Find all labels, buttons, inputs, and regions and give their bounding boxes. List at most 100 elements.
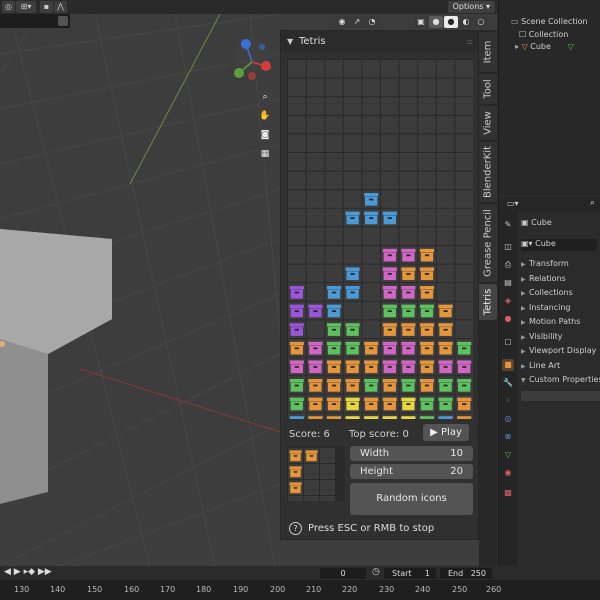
texture-tab-icon[interactable]: ▩ xyxy=(502,487,514,499)
collapse-arrow-icon[interactable]: ▼ xyxy=(287,37,293,46)
material-shading-icon[interactable]: ◐ xyxy=(459,16,473,28)
board-cell xyxy=(288,97,306,115)
end-frame-field[interactable]: End 250 xyxy=(440,568,492,579)
panel-relations-label: Relations xyxy=(529,274,566,283)
outliner-collection[interactable]: ☐ Collection xyxy=(519,29,568,41)
board-block-icon xyxy=(345,341,360,355)
search-icon[interactable]: ⌕ xyxy=(590,198,595,208)
board-block-icon xyxy=(382,323,397,336)
custom-properties-field[interactable] xyxy=(521,391,600,401)
output-tab-icon[interactable]: ⎙ xyxy=(502,259,514,271)
view-layer-tab-icon[interactable]: ▤ xyxy=(502,277,514,289)
pan-hand-icon[interactable]: ✋ xyxy=(258,109,272,123)
board-cell xyxy=(306,227,325,245)
collection-tab-icon[interactable]: ☐ xyxy=(502,337,514,349)
tab-grease-pencil[interactable]: Grease Pencil xyxy=(479,204,497,282)
board-block-icon xyxy=(438,341,453,355)
zoom-icon[interactable]: ⌕ xyxy=(258,90,272,104)
panel-collections[interactable]: ▶ Collections xyxy=(521,288,573,297)
timeline-ruler[interactable]: 130 140 150 160 170 180 190 200 210 220 … xyxy=(0,580,600,600)
dropdown-chevron-icon[interactable] xyxy=(58,16,68,26)
scene-tab-icon[interactable]: ◈ xyxy=(502,295,514,307)
camera-icon[interactable]: ◙ xyxy=(258,128,272,142)
start-frame-field[interactable]: Start 1 xyxy=(384,568,436,579)
select-mode-icon[interactable]: ⊞▾ xyxy=(16,1,36,13)
board-block-icon xyxy=(326,360,342,374)
clock-icon[interactable]: ◷ xyxy=(372,567,380,577)
particles-tab-icon[interactable]: ⁘ xyxy=(502,395,514,407)
visibility-icon[interactable]: ◉ xyxy=(335,16,349,28)
tab-item[interactable]: Item xyxy=(479,32,497,72)
board-cell xyxy=(288,246,306,264)
board-block-icon xyxy=(457,397,472,411)
random-icons-button[interactable]: Random icons xyxy=(350,483,473,515)
data-tab-icon[interactable]: ▽ xyxy=(502,449,514,461)
panel-viewport-display[interactable]: ▶ Viewport Display xyxy=(521,346,596,355)
tool-tab-icon[interactable]: ✎ xyxy=(502,219,514,231)
xray-icon[interactable]: ▣ xyxy=(414,16,428,28)
options-dropdown[interactable]: Options ▾ xyxy=(447,1,495,13)
tab-tetris[interactable]: Tetris xyxy=(479,284,497,320)
modifier-tab-icon[interactable]: 🔧 xyxy=(502,377,514,389)
object-name-field[interactable]: ▣▾ Cube xyxy=(521,239,597,251)
board-cell xyxy=(325,78,343,97)
board-block-icon xyxy=(289,304,304,318)
play-button[interactable]: ▶ Play xyxy=(423,424,469,441)
board-block-icon xyxy=(364,193,379,206)
outliner-cube[interactable]: ▸ ▽ Cube ▽ xyxy=(515,41,574,53)
world-tab-icon[interactable]: ● xyxy=(502,313,514,325)
solid-shading-icon[interactable]: ● xyxy=(444,16,458,28)
panel-custom-properties[interactable]: ▼ Custom Properties xyxy=(521,375,600,384)
constraints-tab-icon[interactable]: ⊗ xyxy=(502,431,514,443)
tetris-panel-header[interactable]: ▼ Tetris :::: xyxy=(281,31,478,53)
object-dropdown-icon: ▣▾ xyxy=(521,239,533,248)
height-field[interactable]: Height 20 xyxy=(350,464,473,479)
render-tab-icon[interactable]: ◫ xyxy=(502,241,514,253)
panel-transform[interactable]: ▶ Transform xyxy=(521,259,569,268)
properties-editor-icon[interactable]: ▭▾ xyxy=(507,199,519,208)
curve-icon[interactable]: ⋀ xyxy=(54,1,67,13)
chevron-right-icon: ▶ xyxy=(521,363,526,370)
board-cell xyxy=(436,246,455,264)
drag-grip-icon[interactable]: :::: xyxy=(467,38,474,46)
play-label: Play xyxy=(441,427,462,438)
overlay-toggle-icon[interactable]: ◔ xyxy=(365,16,379,28)
width-field[interactable]: Width 10 xyxy=(350,446,473,461)
board-block-icon xyxy=(382,211,397,225)
board-cell xyxy=(343,78,362,97)
board-cell xyxy=(288,208,306,227)
vertex-mode-icon[interactable]: ▪ xyxy=(40,1,53,13)
board-cell xyxy=(455,208,473,227)
cube-label: Cube xyxy=(530,42,551,51)
board-cell xyxy=(306,97,325,115)
tab-tool[interactable]: Tool xyxy=(479,74,497,104)
current-frame-field[interactable]: 0 xyxy=(320,568,366,579)
rendered-shading-icon[interactable]: ○ xyxy=(474,16,488,28)
object-tab-icon[interactable]: ■ xyxy=(502,359,514,371)
perspective-grid-icon[interactable]: ▦ xyxy=(258,147,272,161)
board-cell xyxy=(362,264,380,283)
wireframe-shading-icon[interactable]: ● xyxy=(429,16,443,28)
panel-motion-paths[interactable]: ▶ Motion Paths xyxy=(521,317,580,326)
board-cell xyxy=(362,301,380,320)
board-block-icon xyxy=(401,267,416,281)
board-block-icon xyxy=(345,211,360,225)
board-cell xyxy=(343,227,362,245)
material-tab-icon[interactable]: ◉ xyxy=(502,467,514,479)
outliner-scene-collection[interactable]: ▭ Scene Collection xyxy=(511,16,588,28)
board-cell xyxy=(343,171,362,190)
timeline: ◀ ▶ ▸◆ ▶▶ 0 ◷ Start 1 End 250 130 140 150 … xyxy=(0,566,600,600)
panel-visibility[interactable]: ▶ Visibility xyxy=(521,332,563,341)
gizmo-toggle-icon[interactable]: ↗ xyxy=(350,16,364,28)
panel-instancing[interactable]: ▶ Instancing xyxy=(521,303,570,312)
board-block-icon xyxy=(364,379,379,392)
board-block-icon xyxy=(401,397,416,411)
editor-type-icon[interactable]: ◎ xyxy=(2,1,15,13)
panel-relations[interactable]: ▶ Relations xyxy=(521,274,566,283)
playback-controls[interactable]: ◀ ▶ ▸◆ ▶▶ xyxy=(4,567,52,577)
expand-arrow-icon[interactable]: ▸ xyxy=(515,42,519,51)
panel-line-art[interactable]: ▶ Line Art xyxy=(521,361,560,370)
tab-blenderkit[interactable]: BlenderKit xyxy=(479,142,497,202)
physics-tab-icon[interactable]: ◎ xyxy=(502,413,514,425)
tab-view[interactable]: View xyxy=(479,106,497,140)
